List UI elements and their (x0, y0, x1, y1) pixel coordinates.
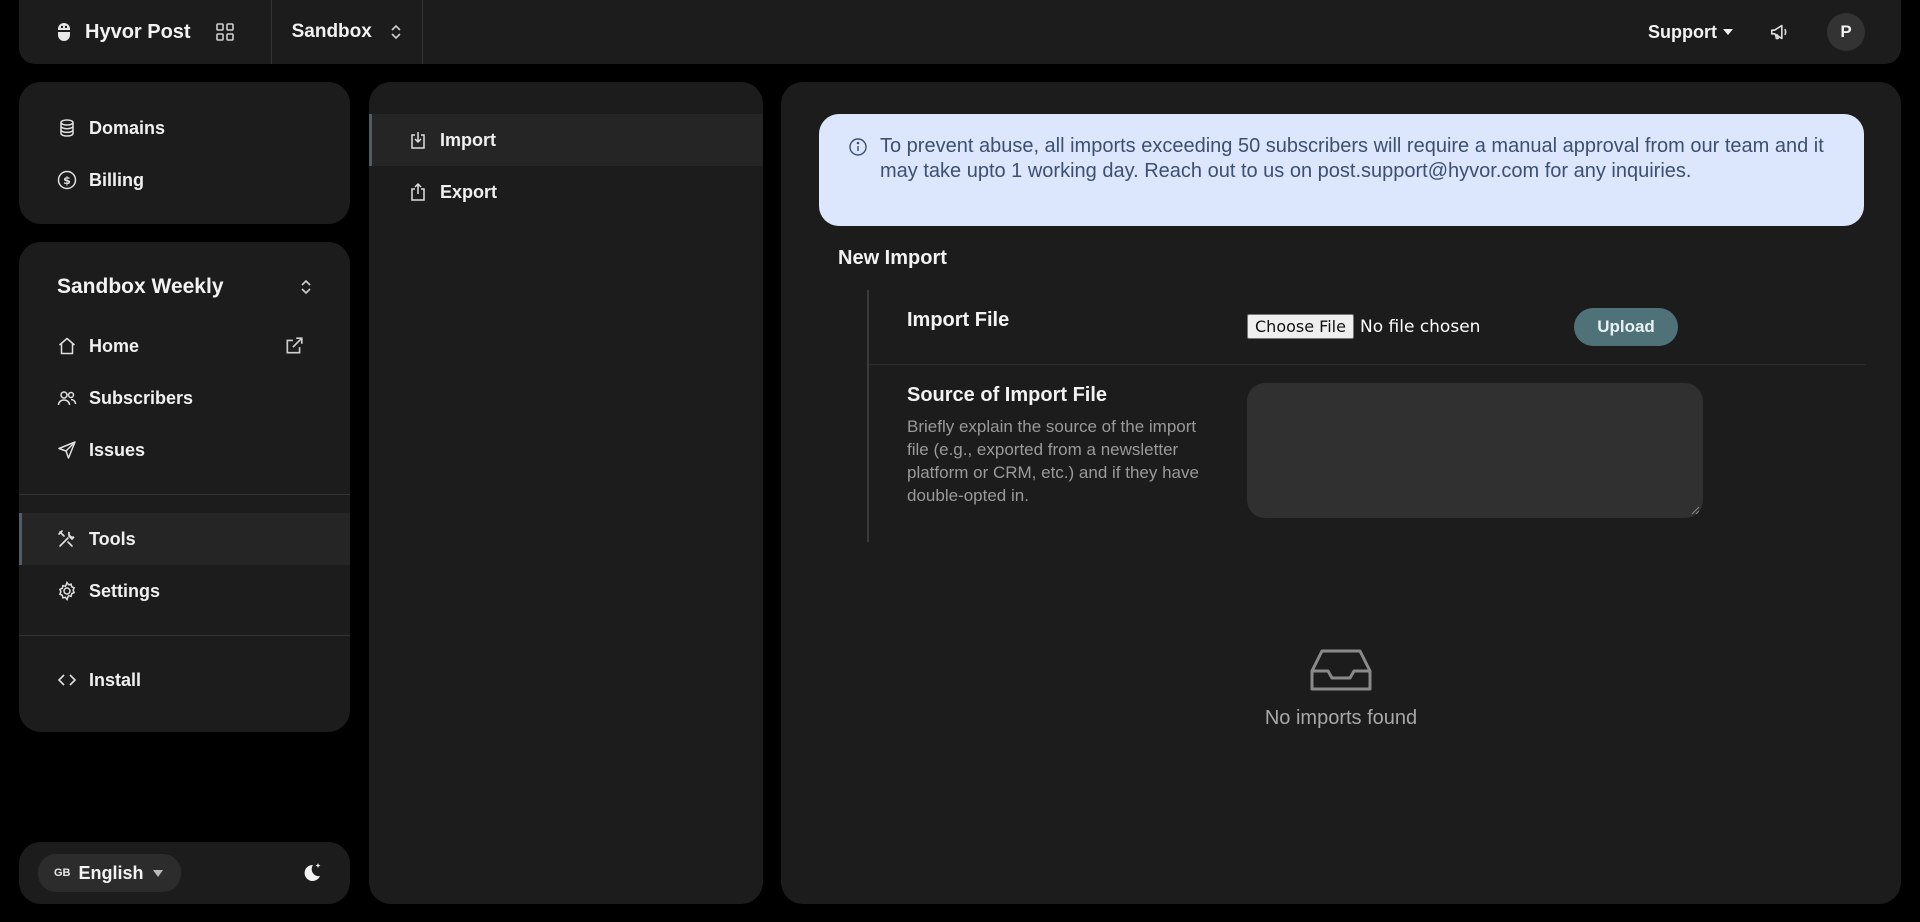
tab-export[interactable]: Export (369, 166, 763, 218)
caret-down-icon (1723, 29, 1733, 35)
tools-icon (58, 530, 75, 547)
import-form: Import File Choose File No file chosen U… (867, 290, 1866, 542)
sidebar-item-label: Home (89, 335, 140, 356)
inbox-icon (1310, 649, 1372, 691)
tab-label: Export (440, 181, 498, 202)
sidebar-item-label: Issues (89, 439, 146, 460)
code-icon (57, 674, 77, 686)
triangle-down-icon (152, 869, 163, 877)
info-alert: To prevent abuse, all imports exceeding … (819, 114, 1864, 226)
source-description: Briefly explain the source of the import… (907, 417, 1199, 505)
info-icon (849, 138, 867, 156)
newsletter-nav-panel: Sandbox Weekly Home Subscribers Issues T… (19, 242, 350, 732)
send-icon (58, 441, 76, 459)
sidebar-item-label: Install (89, 669, 142, 690)
section-title: New Import (838, 247, 947, 269)
divider (19, 494, 350, 495)
tab-label: Import (440, 129, 496, 150)
tab-import[interactable]: Import (369, 114, 763, 166)
moon-icon[interactable] (300, 861, 324, 885)
sidebar-item-settings[interactable]: Settings (19, 565, 350, 617)
sidebar-item-label: Tools (89, 528, 136, 549)
hyvor-logo-icon (58, 23, 70, 41)
sidebar-item-billing[interactable]: $ Billing (19, 154, 350, 206)
support-menu[interactable]: Support (1648, 22, 1733, 43)
chevron-up-down-icon (301, 279, 311, 295)
newsletter-name: Sandbox Weekly (57, 275, 224, 298)
sidebar-item-label: Settings (89, 580, 161, 601)
main-content: To prevent abuse, all imports exceeding … (781, 82, 1901, 904)
divider (19, 635, 350, 636)
sidebar-item-tools[interactable]: Tools (19, 513, 350, 565)
apps-grid-icon[interactable] (215, 22, 235, 42)
import-file-label: Import File (907, 309, 1010, 331)
language-label: English (78, 862, 144, 883)
file-status: No file chosen (1360, 317, 1481, 337)
flag-gb-icon: GB (54, 867, 71, 879)
alert-text: To prevent abuse, all imports exceeding … (880, 135, 1824, 182)
newsletter-switcher[interactable]: Sandbox Weekly (19, 262, 350, 312)
preferences-panel: GB English (19, 842, 350, 904)
people-icon (57, 391, 77, 406)
sidebar-item-install[interactable]: Install (19, 654, 350, 706)
brand: Hyvor Post (19, 0, 272, 64)
org-nav-panel: Domains $ Billing (19, 82, 350, 224)
language-selector[interactable]: GB English (38, 854, 181, 892)
import-file-row: Import File Choose File No file chosen U… (869, 290, 1866, 365)
chevron-up-down-icon (391, 24, 401, 40)
gear-icon (58, 581, 76, 601)
sidebar-item-domains[interactable]: Domains (19, 102, 350, 154)
upload-button[interactable]: Upload (1574, 308, 1678, 346)
project-switcher[interactable]: Sandbox (272, 0, 423, 64)
sidebar-item-issues[interactable]: Issues (19, 424, 350, 476)
brand-name[interactable]: Hyvor Post (85, 21, 191, 44)
home-icon (59, 337, 75, 355)
sidebar-item-label: Subscribers (89, 387, 194, 408)
resize-handle-icon[interactable] (1691, 506, 1700, 515)
dollar-circle-icon: $ (57, 170, 77, 190)
sidebar-item-subscribers[interactable]: Subscribers (19, 372, 350, 424)
choose-file-button[interactable]: Choose File (1247, 314, 1354, 339)
support-label: Support (1648, 21, 1717, 42)
sidebar-item-label: Billing (89, 169, 144, 190)
source-textarea[interactable] (1247, 383, 1703, 518)
upload-icon (411, 182, 425, 201)
database-icon (60, 119, 74, 137)
empty-state: No imports found (781, 647, 1901, 730)
project-name: Sandbox (291, 21, 372, 42)
megaphone-icon[interactable] (1769, 21, 1791, 43)
sidebar-item-label: Domains (89, 117, 166, 138)
tools-subnav: Import Export (369, 82, 763, 904)
empty-state-text: No imports found (1264, 707, 1418, 729)
avatar[interactable]: P (1827, 13, 1865, 51)
svg-text:$: $ (63, 174, 71, 187)
top-bar: Hyvor Post Sandbox Support P (19, 0, 1901, 64)
external-link-icon[interactable] (284, 336, 304, 356)
sidebar-item-home[interactable]: Home (19, 320, 350, 372)
download-icon (411, 132, 425, 149)
source-label: Source of Import File (907, 384, 1108, 406)
